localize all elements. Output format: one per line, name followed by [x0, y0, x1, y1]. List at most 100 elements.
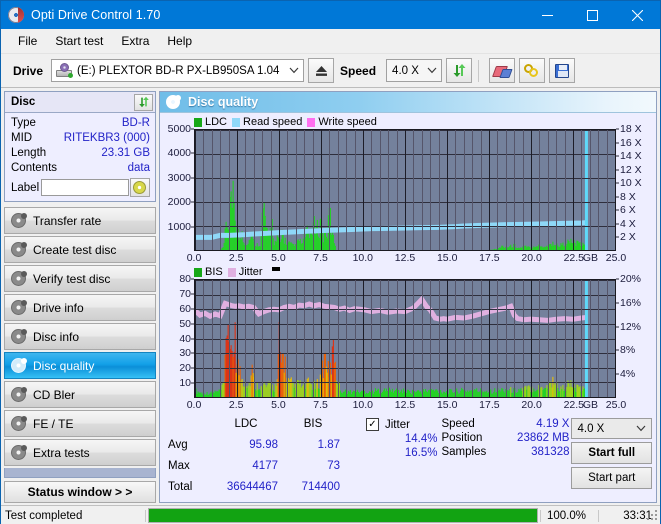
- gridline: [228, 130, 230, 250]
- series-bar: [363, 390, 365, 397]
- series-bar: [248, 240, 250, 250]
- legend-label: Read speed: [243, 116, 303, 128]
- series-bar: [526, 247, 528, 250]
- drive-select[interactable]: (E:) PLEXTOR BD-R PX-LB950SA 1.04: [51, 59, 305, 82]
- series-bar: [567, 239, 569, 250]
- sidebar-item-label: FE / TE: [33, 416, 74, 431]
- start-full-button[interactable]: Start full: [571, 442, 652, 464]
- gridline: [363, 130, 364, 250]
- sidebar-item-label: Disc info: [33, 329, 80, 344]
- series-bar: [318, 238, 320, 250]
- sidebar-item-verify-test-disc[interactable]: Verify test disc: [4, 265, 156, 292]
- sidebar-item-cd-bler[interactable]: CD Bler: [4, 381, 156, 408]
- legend-label: BIS: [205, 266, 223, 278]
- series-bar: [500, 247, 502, 250]
- legend-item-write-speed: Write speed: [307, 116, 377, 128]
- menu-extra[interactable]: Extra: [112, 31, 158, 51]
- save-button[interactable]: [549, 58, 576, 83]
- series-bar: [440, 389, 442, 397]
- series-bar: [576, 384, 578, 397]
- menu-file[interactable]: File: [9, 31, 46, 51]
- test-speed-select[interactable]: 4.0 X: [571, 418, 652, 439]
- gridline: [329, 280, 331, 397]
- series-bar: [550, 381, 552, 397]
- y2-tick-mark: [616, 182, 619, 184]
- y-tick-label: 40: [179, 332, 191, 345]
- toolbar: Drive (E:) PLEXTOR BD-R PX-LB950SA 1.04 …: [1, 54, 660, 88]
- series-bar: [509, 246, 511, 250]
- gridline: [531, 280, 532, 397]
- series-bar: [499, 247, 501, 250]
- sidebar-item-drive-info[interactable]: Drive info: [4, 294, 156, 321]
- series-bar: [224, 228, 226, 250]
- series-bar: [265, 387, 267, 397]
- gridline: [581, 280, 583, 397]
- eject-button[interactable]: [308, 58, 335, 83]
- y2-tick-label: 12 X: [620, 163, 642, 176]
- close-button[interactable]: [615, 1, 660, 29]
- speed-result-label: Speed: [441, 418, 475, 430]
- sidebar-item-transfer-rate[interactable]: Transfer rate: [4, 207, 156, 234]
- gridline: [237, 130, 238, 250]
- y2-tick-label: 14 X: [620, 150, 642, 163]
- series-bar: [324, 352, 326, 397]
- chain-button[interactable]: [519, 58, 546, 83]
- series-bar: [291, 243, 293, 250]
- x-tick-label: 12.5: [394, 252, 416, 264]
- series-bar: [533, 246, 535, 250]
- legend-label: Jitter: [238, 266, 263, 278]
- series-bar: [503, 247, 505, 250]
- minimize-button[interactable]: [525, 1, 570, 29]
- disc-label-input[interactable]: [40, 179, 129, 196]
- samples-label: Samples: [441, 446, 487, 458]
- series-bar: [553, 384, 555, 397]
- gridline: [413, 130, 415, 250]
- resize-grip[interactable]: [646, 509, 658, 521]
- x-tick-label: 17.5: [479, 399, 500, 411]
- series-bar: [384, 391, 387, 397]
- series-bar: [450, 389, 452, 397]
- sidebar-item-disc-info[interactable]: Disc info: [4, 323, 156, 350]
- jitter-checkbox[interactable]: ✓: [366, 418, 379, 431]
- series-bar: [551, 387, 553, 397]
- x-tick-label: 17.5: [479, 252, 500, 264]
- chart-ldc: LDC Read speed Write speed 1000 2000 3000 4…: [160, 115, 656, 265]
- series-bar: [511, 392, 513, 397]
- series-bar: [452, 392, 454, 397]
- disc-label-row: Label: [11, 178, 150, 197]
- series-bar: [424, 391, 426, 397]
- sidebar-item-disc-quality[interactable]: Disc quality: [4, 352, 156, 379]
- series-bar: [426, 391, 428, 397]
- menu-help[interactable]: Help: [158, 31, 201, 51]
- series-bar: [391, 388, 394, 397]
- series-bar: [474, 389, 476, 397]
- series-bar: [307, 377, 309, 397]
- series-bar: [568, 383, 570, 397]
- series-bar: [542, 390, 544, 397]
- refresh-button[interactable]: [446, 58, 473, 83]
- series-bar: [351, 391, 353, 397]
- sidebar-item-fe-te[interactable]: FE / TE: [4, 410, 156, 437]
- erase-button[interactable]: [489, 58, 516, 83]
- series-bar: [533, 388, 535, 397]
- sidebar-item-extra-tests[interactable]: Extra tests: [4, 439, 156, 466]
- speed-select[interactable]: 4.0 X: [386, 59, 443, 82]
- start-part-button[interactable]: Start part: [571, 467, 652, 489]
- chart-bis-legend: BIS Jitter: [160, 265, 656, 279]
- status-window-button[interactable]: Status window > >: [4, 481, 156, 503]
- gridline: [505, 280, 507, 397]
- series-bar: [575, 246, 577, 250]
- series-bar: [275, 385, 277, 397]
- disc-label-browse-button[interactable]: [129, 178, 150, 197]
- sidebar-item-create-test-disc[interactable]: Create test disc: [4, 236, 156, 263]
- disc-refresh-button[interactable]: [134, 93, 153, 111]
- series-bar: [528, 385, 530, 397]
- series-bar: [453, 393, 455, 397]
- series-bar: [338, 382, 340, 397]
- series-bar: [317, 236, 319, 250]
- series-bar: [199, 392, 201, 397]
- menu-start-test[interactable]: Start test: [46, 31, 112, 51]
- chart-ldc-plotrow: 1000 2000 3000 4000 5000 2 X4 X6 X8 X 10 X 12 …: [160, 123, 656, 251]
- maximize-button[interactable]: [570, 1, 615, 29]
- series-bar: [503, 391, 505, 397]
